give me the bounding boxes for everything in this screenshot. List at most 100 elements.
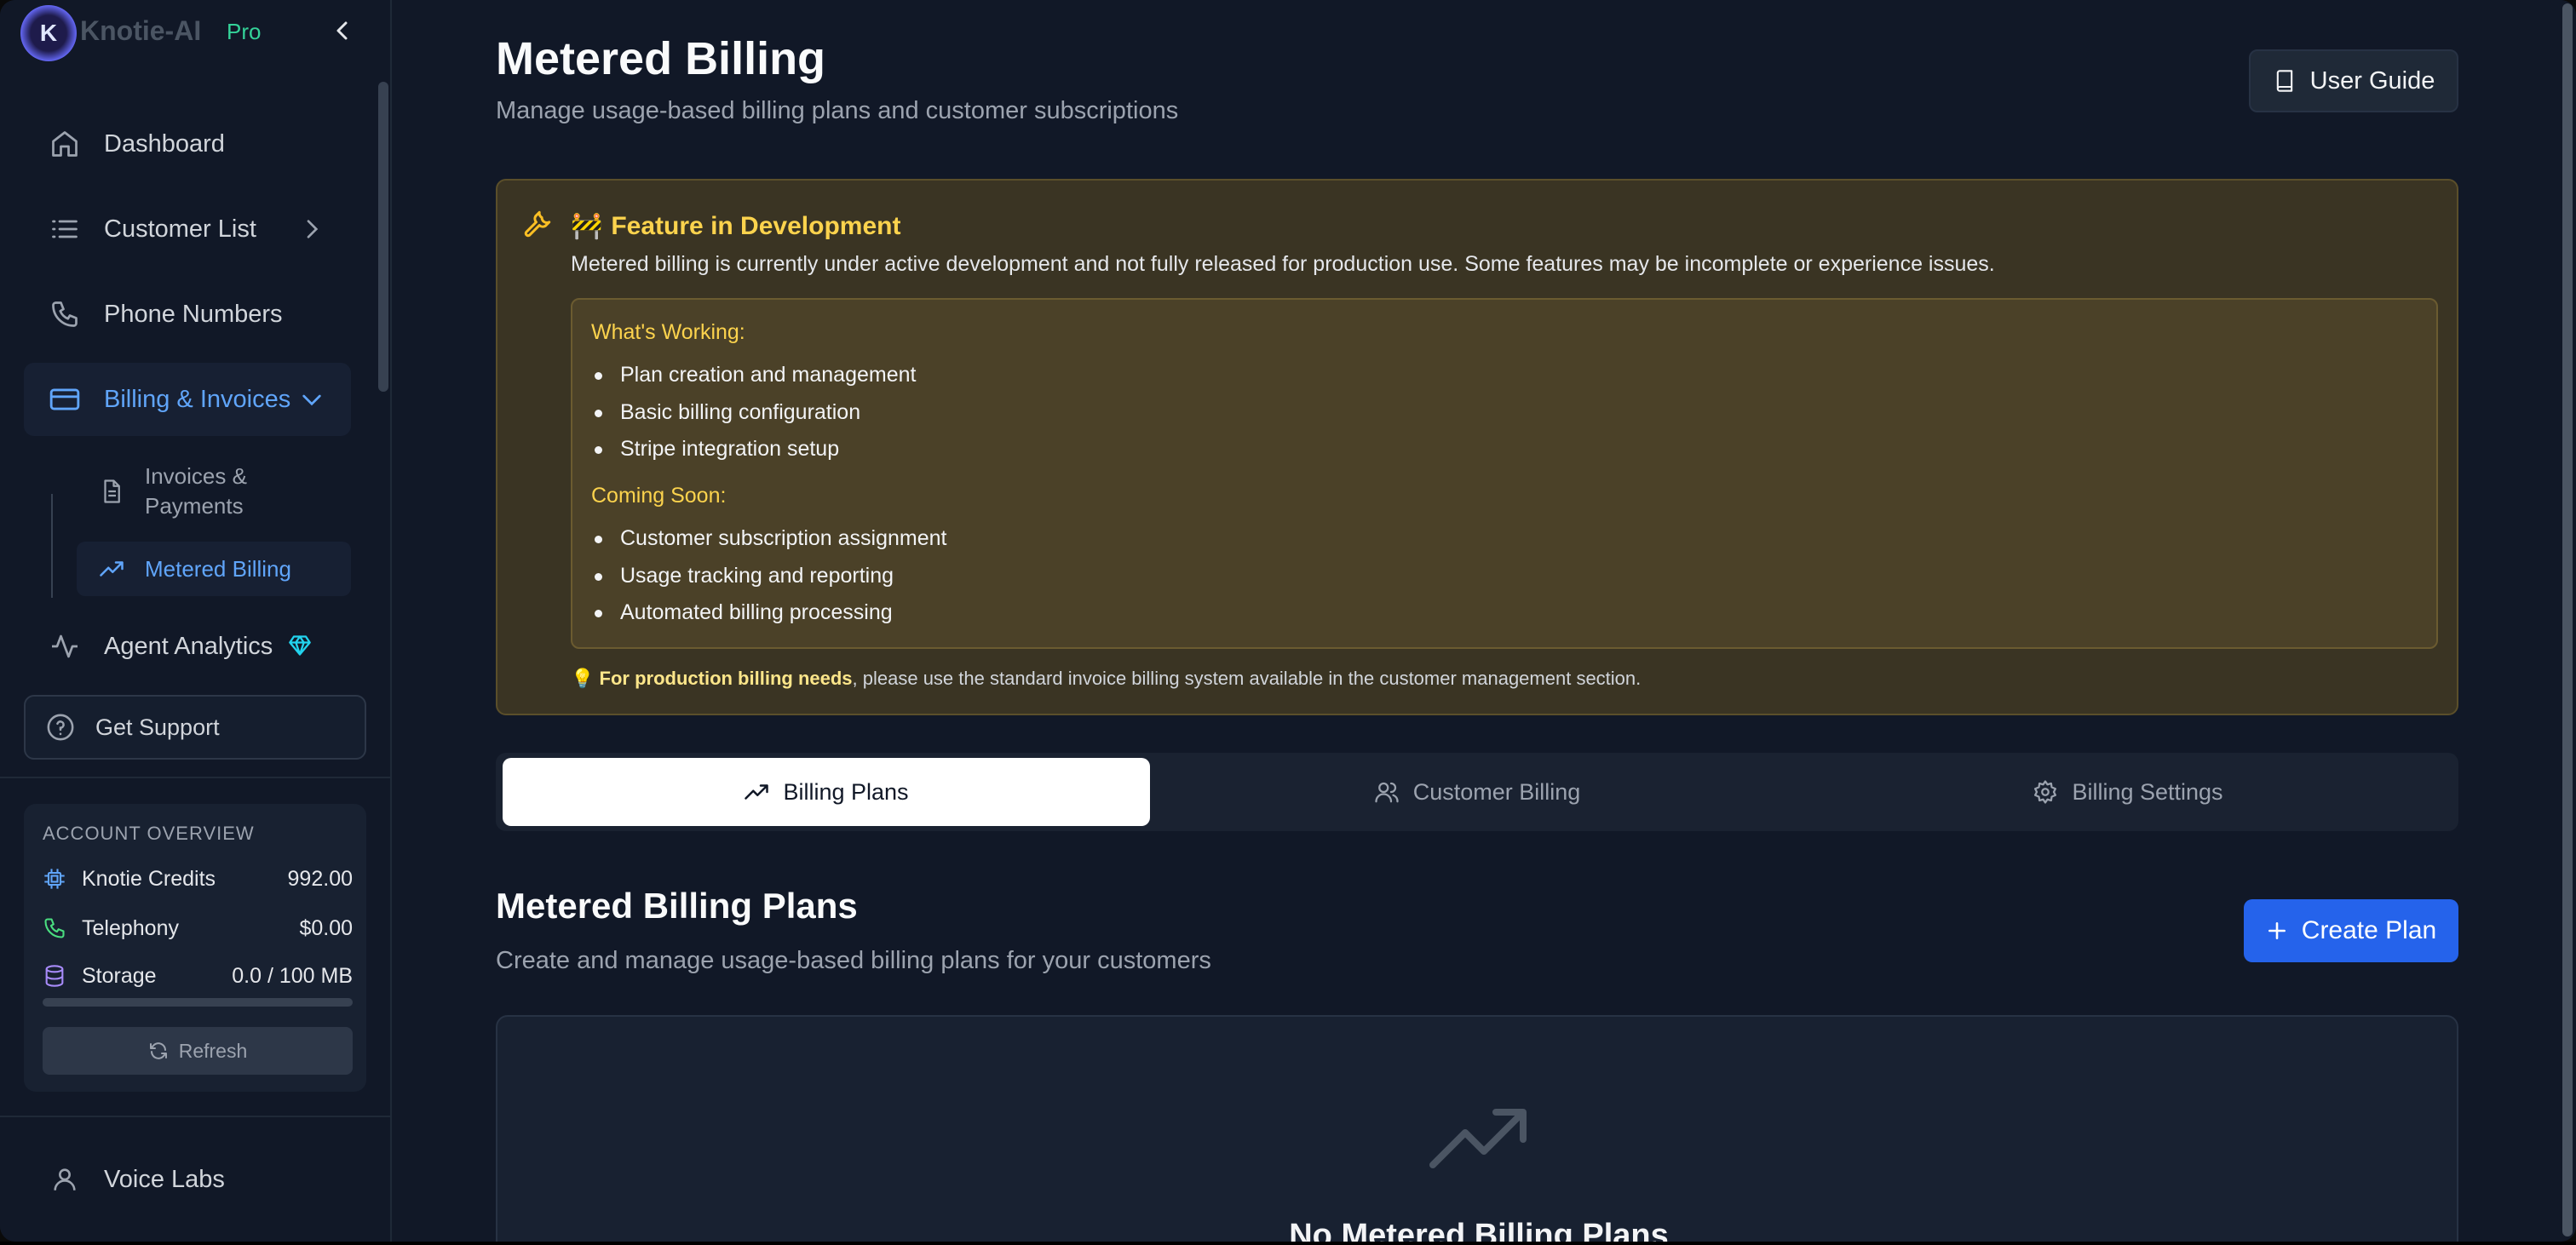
- gear-icon: [2033, 779, 2058, 805]
- list-item: Basic billing configuration: [594, 400, 861, 424]
- wrench-icon: [524, 210, 551, 238]
- production-note-bold: For production billing needs: [599, 668, 853, 689]
- construction-emoji: 🚧: [571, 212, 603, 240]
- help-circle-icon: [46, 713, 75, 742]
- tab-label: Billing Settings: [2072, 778, 2223, 805]
- user-guide-label: User Guide: [2309, 66, 2435, 95]
- list-item: Usage tracking and reporting: [594, 564, 894, 588]
- users-icon: [1374, 779, 1400, 805]
- get-support-button[interactable]: Get Support: [24, 695, 366, 760]
- premium-gem-icon: [289, 635, 311, 656]
- tab-label: Customer Billing: [1412, 778, 1581, 805]
- chevron-down-icon: [302, 394, 321, 406]
- sidebar-item-label: Dashboard: [104, 129, 225, 158]
- collapse-sidebar-button[interactable]: [327, 14, 358, 48]
- section-subtitle: Create and manage usage-based billing pl…: [496, 947, 1211, 974]
- list-item: Plan creation and management: [594, 363, 917, 387]
- sidebar-subitem-label: Invoices & Payments: [145, 463, 247, 519]
- account-value: $0.00: [299, 915, 353, 940]
- refresh-button[interactable]: Refresh: [43, 1027, 353, 1075]
- notice-title-text: Feature in Development: [611, 212, 901, 240]
- sidebar-item-label: Phone Numbers: [104, 300, 283, 328]
- production-note: 💡 For production billing needs, please u…: [571, 668, 1641, 690]
- phone-icon: [48, 297, 82, 331]
- account-value: 0.0 / 100 MB: [232, 963, 353, 988]
- credit-card-icon: [48, 382, 82, 416]
- main-content: Metered Billing Manage usage-based billi…: [394, 0, 2557, 1242]
- account-label: Telephony: [82, 915, 179, 940]
- list-icon: [48, 212, 82, 246]
- sidebar-header: K Knotie-AI Pro: [0, 0, 392, 65]
- account-overview-card: ACCOUNT OVERVIEW Knotie Credits 992.00 T…: [24, 804, 366, 1092]
- sidebar-subitem-metered-billing[interactable]: Metered Billing: [77, 542, 351, 596]
- feature-development-notice: 🚧 Feature in Development Metered billing …: [496, 179, 2458, 715]
- trending-up-icon: [744, 779, 769, 805]
- working-heading: What's Working:: [591, 320, 745, 344]
- account-label: Knotie Credits: [82, 866, 216, 891]
- sidebar-subitem-invoices-payments[interactable]: Invoices & Payments: [77, 456, 351, 526]
- home-icon: [48, 127, 82, 161]
- sidebar-item-customer-list[interactable]: Customer List: [24, 192, 351, 266]
- sidebar: K Knotie-AI Pro Dashboard Customer List: [0, 0, 392, 1242]
- sidebar-item-phone-numbers[interactable]: Phone Numbers: [24, 278, 351, 351]
- document-icon: [97, 477, 126, 506]
- account-row-telephony: Telephony $0.00: [43, 911, 353, 945]
- section-title: Metered Billing Plans: [496, 886, 858, 926]
- sidebar-item-billing-invoices[interactable]: Billing & Invoices: [24, 363, 351, 436]
- coming-soon-heading: Coming Soon:: [591, 484, 727, 508]
- tab-billing-plans[interactable]: Billing Plans: [503, 758, 1150, 826]
- lightbulb-emoji: 💡: [571, 668, 595, 689]
- account-row-credits: Knotie Credits 992.00: [43, 862, 353, 896]
- production-note-text: , please use the standard invoice billin…: [852, 668, 1642, 689]
- sidebar-item-dashboard[interactable]: Dashboard: [24, 107, 351, 181]
- page-subtitle: Manage usage-based billing plans and cus…: [496, 97, 1179, 124]
- logo[interactable]: K: [20, 5, 77, 61]
- trending-up-icon: [97, 554, 126, 583]
- sidebar-divider: [0, 777, 390, 778]
- account-label: Storage: [82, 963, 157, 988]
- activity-icon: [48, 629, 82, 663]
- notice-description: Metered billing is currently under activ…: [571, 252, 1995, 276]
- sidebar-divider: [0, 1116, 390, 1117]
- sidebar-item-voice-labs[interactable]: Voice Labs: [24, 1143, 351, 1216]
- sidebar-item-label: Agent Analytics: [104, 632, 273, 660]
- account-value: 992.00: [287, 866, 353, 891]
- page-title: Metered Billing: [496, 33, 826, 84]
- book-icon: [2273, 69, 2297, 93]
- tab-billing-settings[interactable]: Billing Settings: [1804, 758, 2452, 826]
- list-item: Customer subscription assignment: [595, 526, 947, 550]
- tab-customer-billing[interactable]: Customer Billing: [1153, 758, 1801, 826]
- sidebar-item-label: Customer List: [104, 215, 256, 243]
- cpu-icon: [43, 867, 68, 891]
- database-icon: [43, 964, 68, 988]
- create-plan-button[interactable]: Create Plan: [2244, 899, 2458, 962]
- user-guide-button[interactable]: User Guide: [2249, 49, 2458, 112]
- refresh-icon: [148, 1041, 169, 1061]
- notice-details: What's Working: Plan creation and manage…: [571, 298, 2438, 649]
- create-plan-label: Create Plan: [2301, 916, 2437, 944]
- brand-name: Knotie-AI: [80, 15, 202, 46]
- tab-label: Billing Plans: [783, 778, 909, 805]
- list-item: Stripe integration setup: [594, 437, 840, 461]
- plan-badge: Pro: [227, 19, 262, 44]
- empty-plans-card: No Metered Billing Plans: [496, 1015, 2458, 1242]
- billing-tabs: Billing Plans Customer Billing Billing S…: [496, 753, 2458, 831]
- list-item: Automated billing processing: [595, 600, 893, 624]
- plus-icon: [2266, 920, 2288, 942]
- submenu-divider: [51, 494, 53, 598]
- chevron-left-icon: [336, 21, 348, 40]
- sidebar-scrollbar[interactable]: [378, 82, 388, 392]
- notice-title: 🚧 Feature in Development: [571, 211, 900, 241]
- app-window: K Knotie-AI Pro Dashboard Customer List: [0, 0, 2576, 1242]
- sidebar-subitem-label: Metered Billing: [145, 555, 291, 582]
- get-support-label: Get Support: [95, 714, 220, 740]
- phone-icon: [43, 916, 68, 940]
- account-row-storage: Storage 0.0 / 100 MB: [43, 959, 353, 993]
- sidebar-item-label: Voice Labs: [104, 1165, 225, 1193]
- chevron-right-icon: [307, 220, 319, 238]
- account-overview-title: ACCOUNT OVERVIEW: [43, 823, 255, 844]
- logo-letter: K: [39, 20, 58, 46]
- main-scrollbar[interactable]: [2562, 3, 2573, 1236]
- refresh-label: Refresh: [178, 1039, 248, 1062]
- window-bottom-edge: [0, 1242, 2576, 1245]
